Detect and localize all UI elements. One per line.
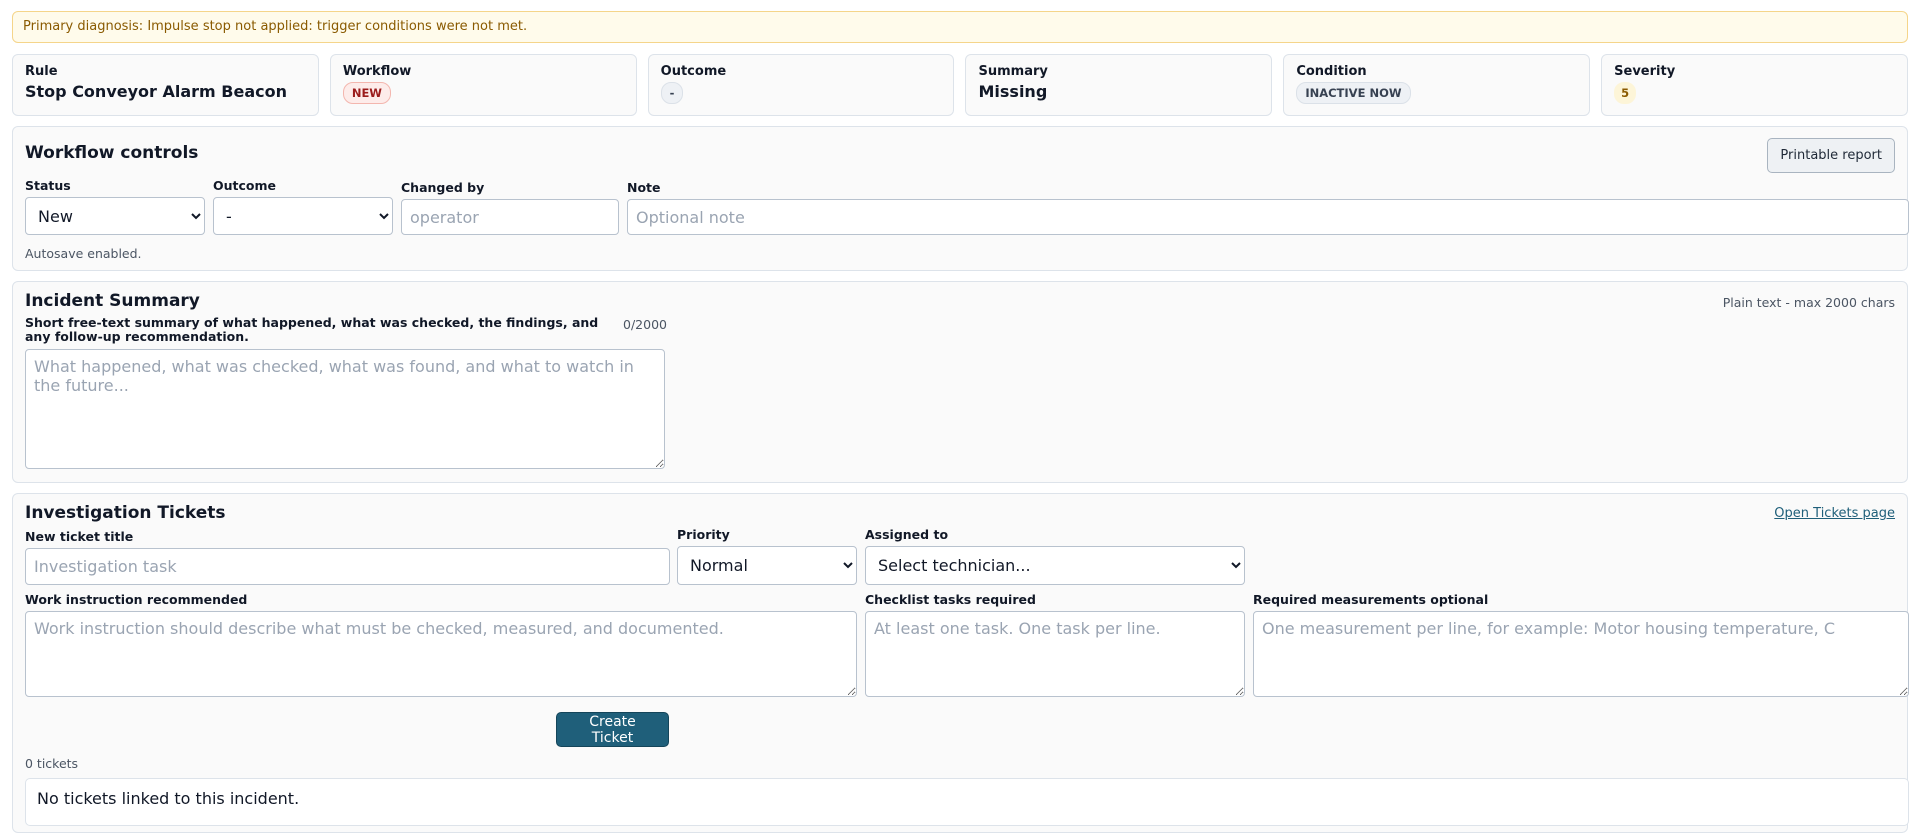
changed-by-label: Changed by — [401, 180, 485, 195]
incident-summary-panel: Incident Summary Plain text - max 2000 c… — [12, 281, 1908, 483]
summary-field-label: Short free-text summary of what happened… — [25, 315, 599, 344]
incident-summary-title: Incident Summary — [25, 291, 200, 311]
rule-label: Rule — [25, 64, 58, 79]
summary-label: Summary — [978, 64, 1048, 79]
autosave-status: Autosave enabled. — [25, 246, 142, 261]
outcome-label: Outcome — [660, 64, 727, 79]
status-select[interactable]: New — [25, 197, 205, 235]
ticket-title-input[interactable] — [25, 548, 670, 585]
summary-cards: Rule Stop Conveyor Alarm Beacon Workflow… — [12, 54, 1908, 116]
measurements-textarea[interactable] — [1253, 611, 1909, 697]
measurements-label: Required measurements optional — [1253, 592, 1489, 607]
alert-text: Primary diagnosis: Impulse stop not appl… — [23, 19, 528, 34]
tickets-empty-state: No tickets linked to this incident. — [25, 778, 1909, 826]
status-label: Status — [25, 178, 71, 193]
rule-card: Rule Stop Conveyor Alarm Beacon — [12, 54, 319, 116]
create-ticket-button[interactable]: Create Ticket — [556, 712, 669, 747]
workflow-controls-title: Workflow controls — [25, 143, 199, 163]
tickets-empty-text: No tickets linked to this incident. — [37, 789, 300, 808]
assigned-to-select[interactable]: Select technician... — [865, 546, 1245, 585]
ticket-title-label: New ticket title — [25, 529, 134, 544]
primary-diagnosis-alert: Primary diagnosis: Impulse stop not appl… — [12, 11, 1908, 43]
note-label: Note — [627, 180, 661, 195]
outcome-select[interactable]: - — [213, 197, 393, 235]
outcome-badge: - — [660, 82, 684, 104]
incident-page: Primary diagnosis: Impulse stop not appl… — [0, 0, 1920, 833]
condition-badge: INACTIVE NOW — [1296, 82, 1411, 104]
summary-char-counter: 0/2000 — [623, 317, 667, 332]
rule-value: Stop Conveyor Alarm Beacon — [25, 82, 287, 101]
investigation-tickets-panel: Investigation Tickets Open Tickets page … — [12, 493, 1909, 833]
open-tickets-page-link[interactable]: Open Tickets page — [1774, 506, 1895, 521]
workflow-status-badge: NEW — [342, 82, 391, 104]
outcome-card: Outcome - — [647, 54, 955, 116]
incident-summary-textarea[interactable] — [25, 349, 665, 469]
priority-select[interactable]: Normal — [677, 546, 857, 585]
checklist-textarea[interactable] — [865, 611, 1245, 697]
priority-label: Priority — [677, 527, 730, 542]
summary-length-hint: Plain text - max 2000 chars — [1722, 295, 1895, 310]
condition-card: Condition INACTIVE NOW — [1283, 54, 1591, 116]
workflow-card: Workflow NEW — [329, 54, 637, 116]
changed-by-input[interactable] — [401, 199, 619, 235]
work-instruction-textarea[interactable] — [25, 611, 857, 697]
printable-report-button[interactable]: Printable report — [1767, 138, 1895, 173]
work-instruction-label: Work instruction recommended — [25, 592, 248, 607]
ticket-count: 0 tickets — [25, 756, 79, 771]
workflow-label: Workflow — [342, 64, 412, 79]
condition-label: Condition — [1296, 64, 1367, 79]
checklist-label: Checklist tasks required — [865, 592, 1036, 607]
summary-card: Summary Missing — [965, 54, 1273, 116]
severity-label: Severity — [1614, 64, 1676, 79]
severity-badge: 5 — [1614, 82, 1637, 104]
workflow-controls-panel: Workflow controls Printable report Statu… — [12, 126, 1909, 271]
summary-value: Missing — [978, 82, 1048, 101]
investigation-tickets-title: Investigation Tickets — [25, 503, 226, 523]
outcome-select-label: Outcome — [213, 178, 277, 193]
note-input[interactable] — [627, 199, 1909, 235]
severity-card: Severity 5 — [1601, 54, 1908, 116]
assigned-to-label: Assigned to — [865, 527, 949, 542]
